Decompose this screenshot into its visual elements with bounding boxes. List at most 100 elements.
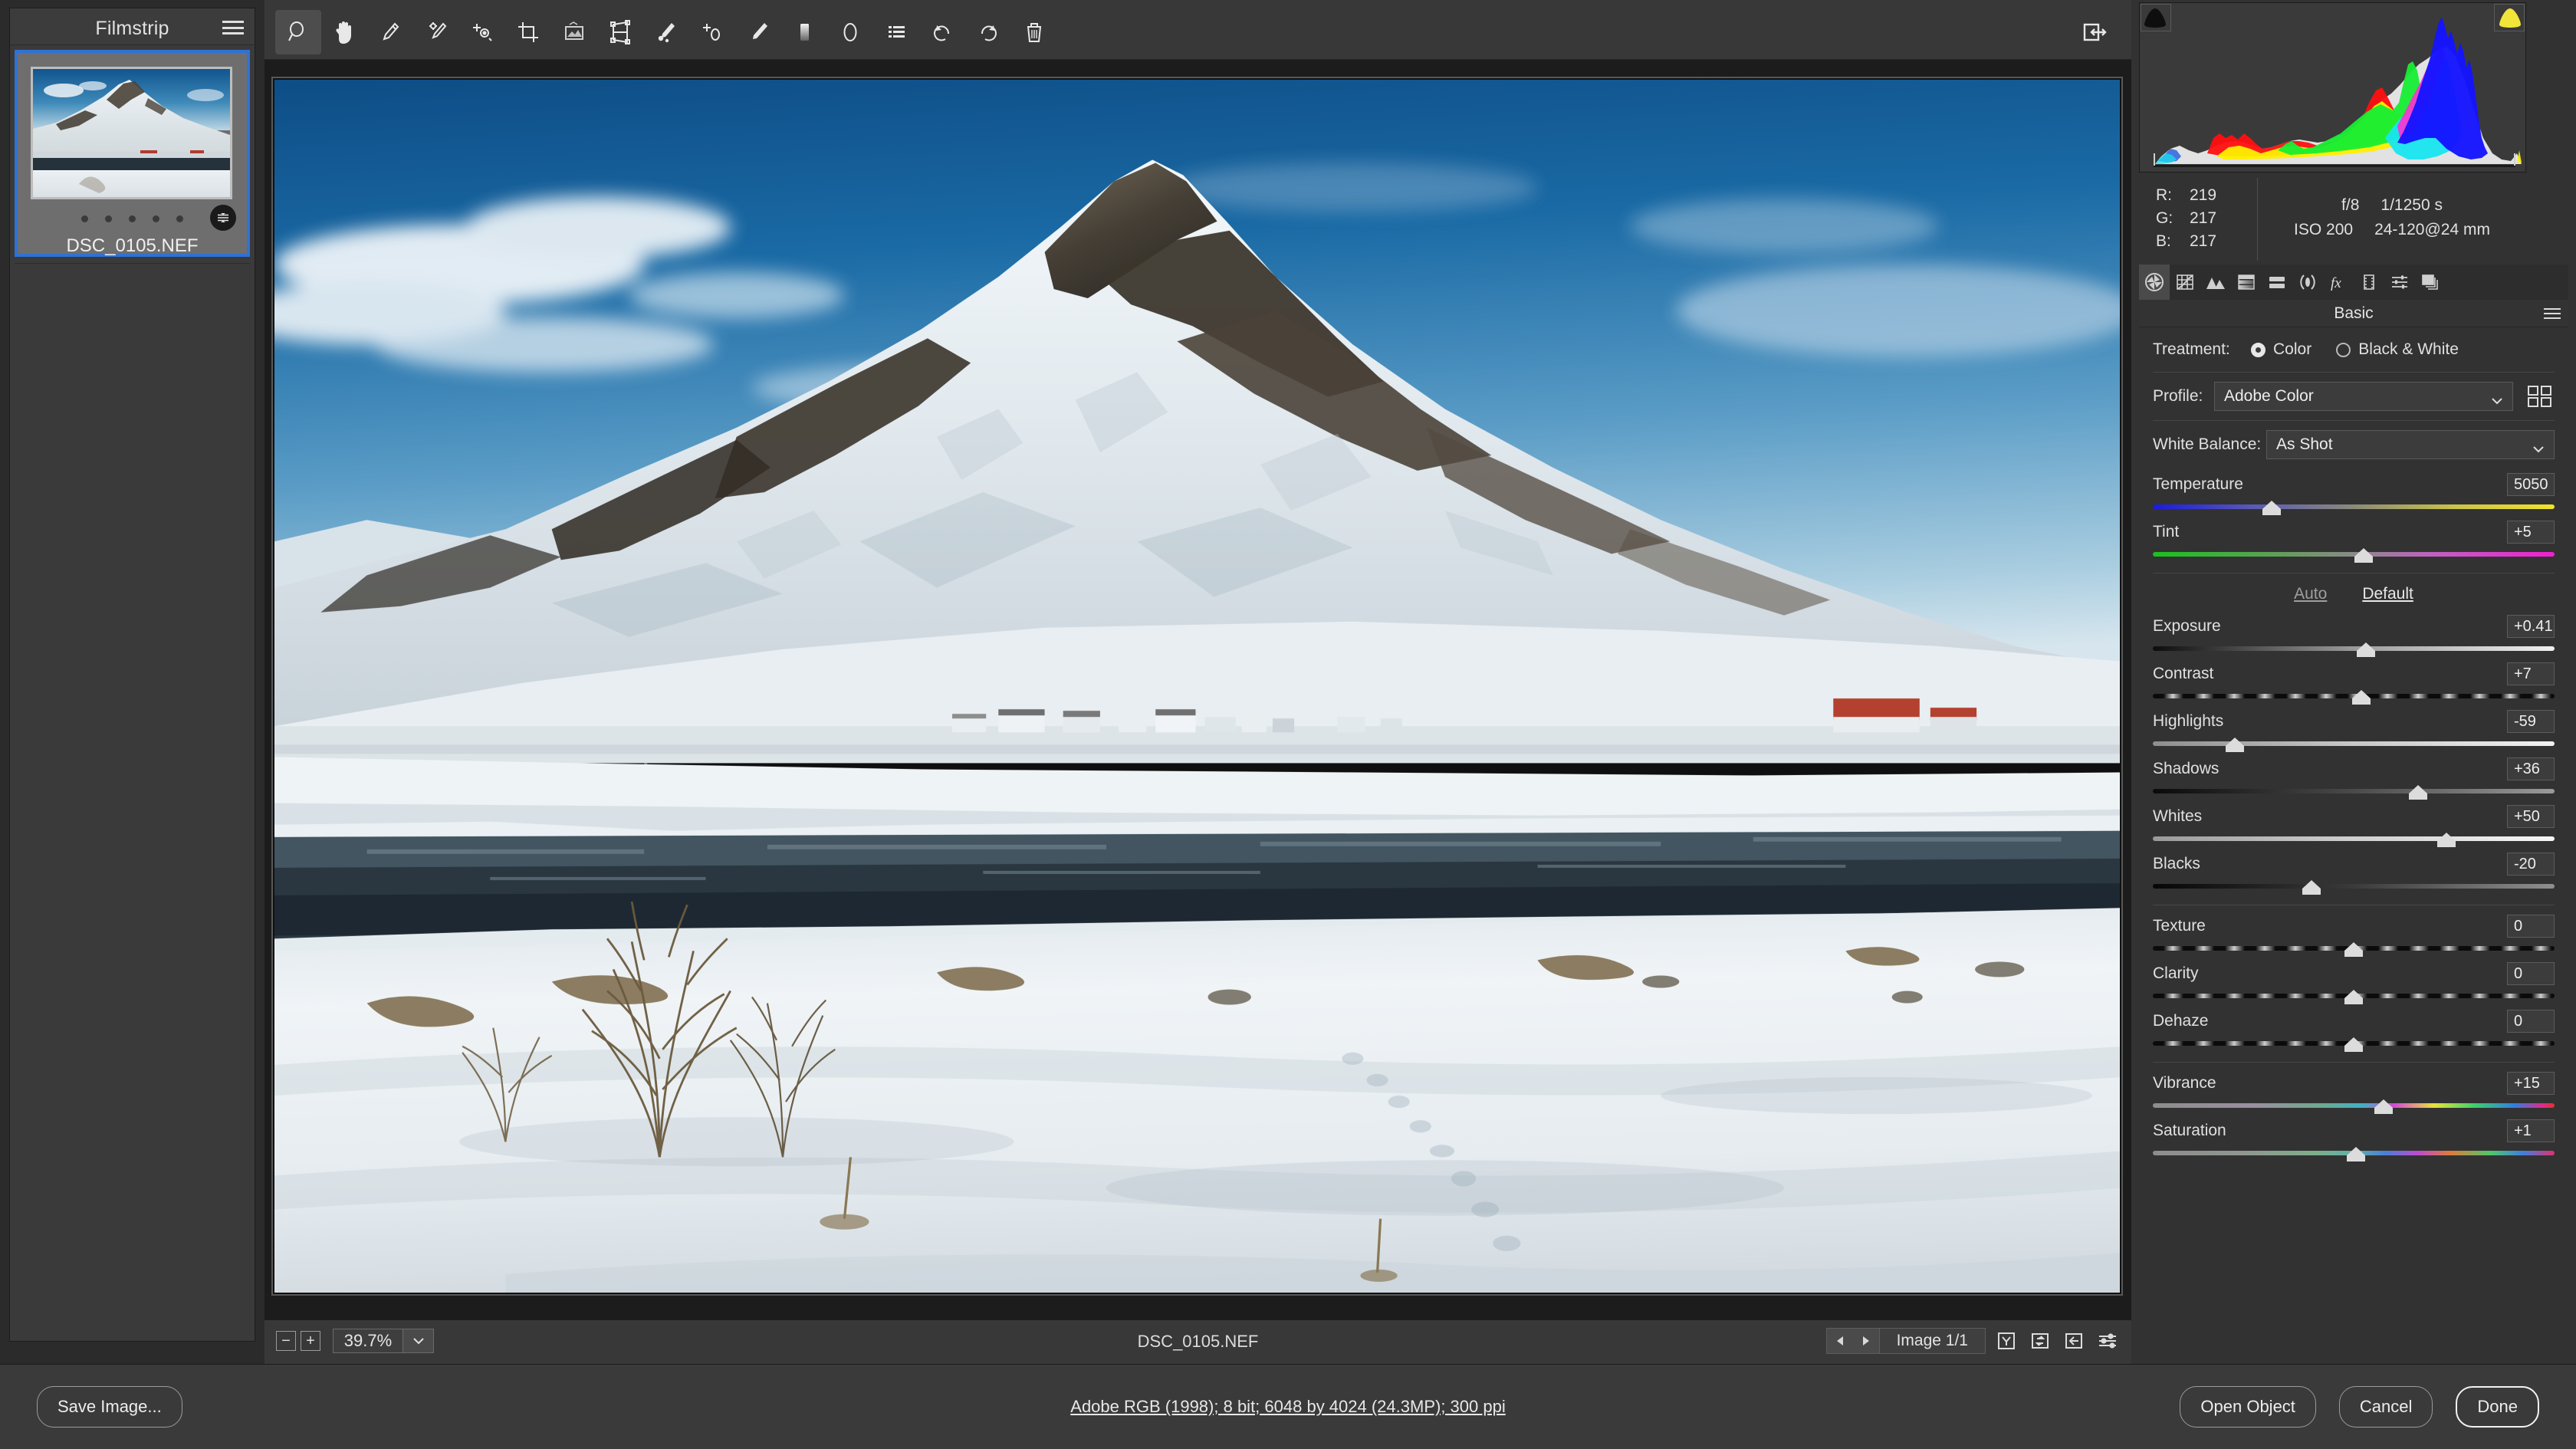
spot-removal-tool[interactable] — [643, 10, 689, 54]
adjustment-brush-tool[interactable] — [735, 10, 781, 54]
whites-value[interactable]: +50 — [2507, 805, 2555, 828]
contrast-thumb[interactable] — [2352, 690, 2371, 705]
white-balance-select[interactable]: As Shot — [2266, 430, 2555, 459]
cancel-button[interactable]: Cancel — [2338, 1386, 2433, 1428]
saturation-value[interactable]: +1 — [2507, 1119, 2555, 1142]
shadow-clip-triangle[interactable] — [2142, 6, 2168, 29]
rotate-left-tool[interactable] — [919, 10, 965, 54]
default-link[interactable]: Default — [2362, 585, 2413, 603]
clarity-thumb[interactable] — [2344, 990, 2363, 1004]
tab-presets[interactable] — [2384, 264, 2415, 300]
tool-list — [275, 9, 1057, 54]
treatment-bw-label[interactable]: Black & White — [2358, 340, 2459, 359]
tint-thumb[interactable] — [2354, 548, 2374, 563]
saturation-track[interactable] — [2153, 1145, 2555, 1162]
dehaze-value[interactable]: 0 — [2507, 1010, 2555, 1033]
rating-dot[interactable] — [105, 215, 112, 222]
tab-color-grading[interactable] — [2262, 264, 2292, 300]
tab-curve[interactable] — [2170, 264, 2200, 300]
open-object-button[interactable]: Open Object — [2180, 1386, 2316, 1428]
transform-tool[interactable] — [597, 10, 643, 54]
shadows-thumb[interactable] — [2408, 785, 2427, 800]
trash-icon[interactable] — [1011, 10, 1057, 54]
dehaze-thumb[interactable] — [2344, 1037, 2363, 1052]
rotate-right-tool[interactable] — [965, 10, 1011, 54]
profile-select[interactable]: Adobe Color — [2214, 382, 2513, 411]
toggle-panel-icon[interactable] — [2072, 11, 2119, 54]
temperature-value[interactable]: 5050 — [2507, 473, 2555, 496]
swap-arrows-icon[interactable] — [2027, 1329, 2053, 1353]
triangle-right-icon[interactable] — [1853, 1329, 1879, 1353]
shadows-track[interactable] — [2153, 784, 2555, 800]
highlights-track[interactable] — [2153, 736, 2555, 753]
rating-dot[interactable] — [176, 215, 183, 222]
targeted-adjustment-tool[interactable] — [459, 10, 505, 54]
image-canvas-area[interactable] — [264, 60, 2131, 1319]
tab-effects[interactable]: fx — [2323, 264, 2354, 300]
tab-optics[interactable] — [2292, 264, 2323, 300]
sliders-icon[interactable] — [2095, 1329, 2121, 1353]
tab-detail[interactable] — [2200, 264, 2231, 300]
saturation-thumb[interactable] — [2346, 1147, 2365, 1162]
whites-thumb[interactable] — [2436, 833, 2456, 847]
y-shape-icon[interactable] — [1993, 1329, 2019, 1353]
done-button[interactable]: Done — [2456, 1386, 2539, 1428]
histogram[interactable] — [2139, 2, 2526, 172]
auto-link[interactable]: Auto — [2294, 585, 2327, 603]
red-eye-tool[interactable] — [689, 10, 735, 54]
hand-tool[interactable] — [321, 10, 367, 54]
highlights-value[interactable]: -59 — [2507, 710, 2555, 733]
exposure-track[interactable] — [2153, 641, 2555, 658]
tab-calibration[interactable] — [2354, 264, 2384, 300]
tab-snapshots[interactable] — [2415, 264, 2446, 300]
shadows-value[interactable]: +36 — [2507, 757, 2555, 780]
texture-thumb[interactable] — [2344, 942, 2363, 957]
temperature-track[interactable] — [2153, 499, 2555, 516]
texture-track[interactable] — [2153, 941, 2555, 958]
presets-list-icon[interactable] — [873, 10, 919, 54]
tint-track[interactable] — [2153, 547, 2555, 564]
filmstrip-thumbnail-item[interactable]: DSC_0105.NEF — [15, 50, 250, 257]
clarity-track[interactable] — [2153, 988, 2555, 1005]
rating-dot[interactable] — [81, 215, 88, 222]
graduated-filter-tool[interactable] — [781, 10, 827, 54]
treatment-bw-radio[interactable] — [2336, 342, 2351, 357]
exposure-value[interactable]: +0.41 — [2507, 615, 2555, 638]
aperture-value: f/8 — [2341, 196, 2360, 214]
texture-value[interactable]: 0 — [2507, 915, 2555, 938]
rating-dot[interactable] — [153, 215, 159, 222]
dehaze-track[interactable] — [2153, 1036, 2555, 1053]
highlights-thumb[interactable] — [2226, 738, 2245, 752]
clarity-value[interactable]: 0 — [2507, 962, 2555, 985]
arrow-into-box-icon[interactable] — [2061, 1329, 2087, 1353]
panel-menu-icon[interactable] — [2544, 308, 2561, 319]
temperature-thumb[interactable] — [2262, 501, 2281, 515]
hamburger-icon[interactable] — [222, 21, 244, 34]
whites-track[interactable] — [2153, 831, 2555, 848]
blacks-track[interactable] — [2153, 879, 2555, 895]
tint-value[interactable]: +5 — [2507, 521, 2555, 544]
contrast-track[interactable] — [2153, 688, 2555, 705]
crop-tool[interactable] — [505, 10, 551, 54]
vibrance-value[interactable]: +15 — [2507, 1072, 2555, 1095]
vibrance-track[interactable] — [2153, 1098, 2555, 1115]
straighten-tool[interactable] — [551, 10, 597, 54]
exposure-thumb[interactable] — [2356, 642, 2375, 657]
treatment-color-radio[interactable] — [2251, 342, 2266, 357]
blacks-value[interactable]: -20 — [2507, 853, 2555, 876]
tab-color-mixer[interactable] — [2231, 264, 2262, 300]
vibrance-thumb[interactable] — [2374, 1099, 2394, 1114]
treatment-color-label[interactable]: Color — [2273, 340, 2312, 359]
highlight-clip-triangle[interactable] — [2497, 6, 2523, 29]
rating-dot[interactable] — [129, 215, 136, 222]
color-sampler-tool[interactable] — [413, 10, 459, 54]
tab-basic[interactable] — [2139, 264, 2170, 300]
zoom-tool[interactable] — [275, 9, 321, 54]
shadows-label: Shadows — [2153, 760, 2220, 777]
contrast-value[interactable]: +7 — [2507, 662, 2555, 685]
radial-filter-tool[interactable] — [827, 10, 873, 54]
blacks-thumb[interactable] — [2302, 880, 2321, 895]
white-balance-tool[interactable] — [367, 10, 413, 54]
triangle-left-icon[interactable] — [1827, 1329, 1853, 1353]
profile-grid-icon[interactable] — [2525, 383, 2555, 409]
